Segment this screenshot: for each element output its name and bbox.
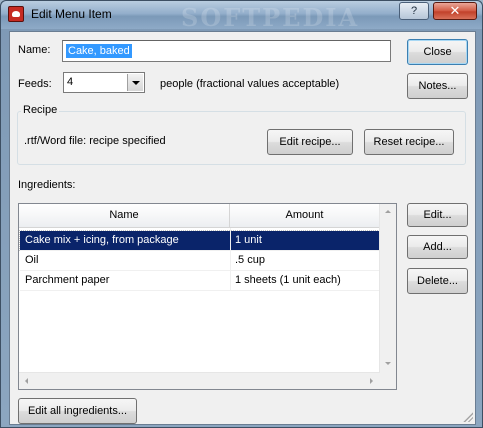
ingredient-amount: .5 cup: [235, 254, 265, 266]
notes-button[interactable]: Notes...: [407, 73, 468, 99]
dialog-client-area: Name: Cake, baked Close Feeds: 4 people …: [9, 31, 476, 425]
recipe-group-title: Recipe: [21, 104, 60, 116]
column-header-amount[interactable]: Amount: [230, 204, 380, 228]
scroll-left-icon[interactable]: [19, 373, 36, 390]
ingredient-name: Oil: [25, 254, 39, 266]
name-field-value: Cake, baked: [66, 44, 132, 58]
scroll-right-icon[interactable]: [363, 373, 380, 390]
scroll-down-icon[interactable]: [380, 355, 397, 372]
app-icon: [8, 6, 24, 22]
edit-ingredient-button[interactable]: Edit...: [407, 203, 468, 227]
ingredients-list[interactable]: Name Amount Cake mix + icing, from packa…: [18, 203, 397, 390]
window-close-button[interactable]: ✕: [433, 2, 477, 20]
window-title: Edit Menu Item: [31, 7, 112, 21]
feeds-value: 4: [67, 76, 74, 88]
chevron-down-icon[interactable]: [127, 74, 143, 91]
add-ingredient-button[interactable]: Add...: [407, 235, 468, 259]
table-row[interactable]: Cake mix + icing, from package 1 unit: [19, 230, 380, 251]
reset-recipe-button[interactable]: Reset recipe...: [364, 129, 454, 155]
help-button[interactable]: ?: [399, 2, 429, 20]
horizontal-scrollbar[interactable]: [19, 372, 380, 389]
edit-all-ingredients-button[interactable]: Edit all ingredients...: [18, 398, 137, 424]
ingredient-name: Cake mix + icing, from package: [25, 234, 179, 246]
edit-recipe-button[interactable]: Edit recipe...: [267, 129, 353, 155]
feeds-combobox[interactable]: 4: [63, 72, 145, 93]
delete-ingredient-button[interactable]: Delete...: [407, 268, 468, 294]
ingredient-name: Parchment paper: [25, 274, 110, 286]
name-field[interactable]: Cake, baked: [62, 40, 391, 62]
vertical-scrollbar[interactable]: [379, 204, 396, 389]
recipe-status: .rtf/Word file: recipe specified: [24, 135, 166, 147]
edit-menu-item-window: Edit Menu Item SOFTPEDIA ? ✕ Name: Cake,…: [0, 0, 483, 428]
list-header: Name Amount: [19, 204, 380, 228]
table-row[interactable]: Oil .5 cup: [20, 251, 379, 270]
ingredient-amount: 1 sheets (1 unit each): [235, 274, 341, 286]
ingredients-label: Ingredients:: [18, 179, 76, 191]
title-bar[interactable]: Edit Menu Item SOFTPEDIA ? ✕: [1, 1, 482, 32]
watermark-text: SOFTPEDIA: [181, 3, 360, 32]
row-divider: [20, 290, 379, 291]
column-header-name[interactable]: Name: [19, 204, 230, 228]
name-label: Name:: [18, 44, 51, 56]
close-button[interactable]: Close: [407, 39, 468, 65]
feeds-hint: people (fractional values acceptable): [160, 78, 340, 90]
scroll-up-icon[interactable]: [380, 204, 397, 221]
feeds-label: Feeds:: [18, 78, 52, 90]
ingredient-amount: 1 unit: [235, 234, 262, 246]
resize-grip-icon[interactable]: [461, 410, 473, 422]
column-divider: [230, 228, 231, 290]
table-row[interactable]: Parchment paper 1 sheets (1 unit each): [20, 271, 379, 290]
